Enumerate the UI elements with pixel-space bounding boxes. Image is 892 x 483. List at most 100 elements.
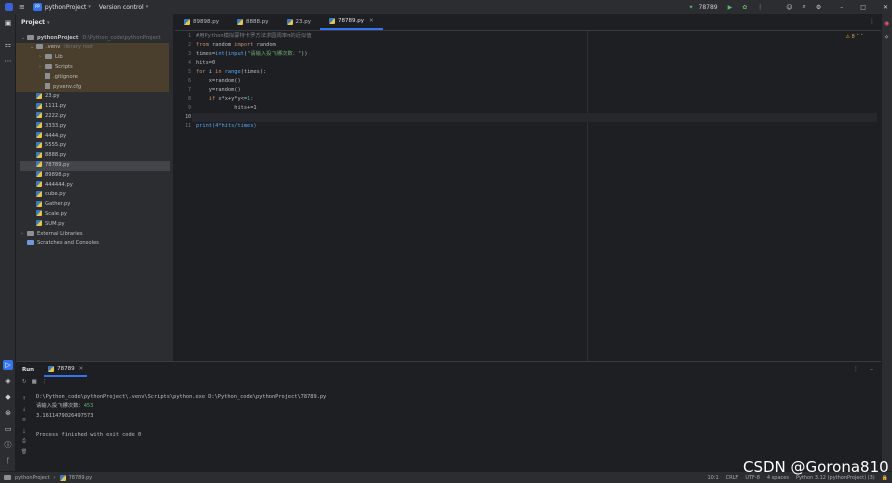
code-identifier: i (205, 69, 216, 75)
maximize-icon[interactable]: □ (860, 4, 866, 11)
line-number: 10 (185, 115, 191, 120)
run-config-selector[interactable]: 78789 (699, 4, 718, 11)
app-logo-icon (5, 3, 13, 11)
tree-item-label: External Libraries (37, 230, 83, 237)
trash-icon[interactable]: 🗑 (19, 447, 29, 458)
debug-icon[interactable]: ✿ (742, 4, 747, 11)
close-icon[interactable]: ✕ (883, 4, 888, 11)
tree-item[interactable]: .gitignore (39, 73, 78, 83)
builtin: range (221, 69, 241, 75)
tree-item[interactable]: SUM.py (30, 220, 65, 230)
project-panel-title[interactable]: Project (21, 19, 45, 26)
tree-item[interactable]: 2222.py (30, 112, 66, 122)
version-control-menu[interactable]: Version control (99, 4, 144, 11)
tree-item[interactable]: 4444.py (30, 132, 66, 142)
tree-item[interactable]: 444444.py (30, 181, 73, 191)
tree-item[interactable]: › External Libraries (21, 230, 83, 240)
problems-icon[interactable]: ⓘ (3, 440, 13, 450)
project-tool-icon[interactable]: ▣ (3, 18, 13, 28)
soft-wrap-icon[interactable]: ≡ (19, 415, 29, 426)
hide-panel-icon[interactable]: – (870, 366, 873, 373)
editor-tab[interactable]: 78789.py ✕ (320, 13, 383, 30)
tree-item[interactable]: 23.py (30, 92, 60, 102)
ai-assistant-icon[interactable]: ✧ (884, 34, 889, 41)
close-icon[interactable]: ✕ (79, 366, 84, 372)
python-file-icon (286, 18, 293, 25)
keyword: for (196, 69, 206, 75)
tree-item[interactable]: 1111.py (30, 102, 66, 112)
scroll-down-icon[interactable]: ↓ (19, 405, 29, 416)
more-icon[interactable]: ⋮ (42, 379, 48, 385)
editor-tab[interactable]: 89898.py (175, 13, 228, 30)
scroll-up-icon[interactable]: ↑ (19, 394, 29, 405)
tree-item[interactable]: › Lib (39, 53, 63, 63)
tree-item[interactable]: 3333.py (30, 122, 66, 132)
more-options-icon[interactable]: ⋮ (853, 366, 859, 373)
breadcrumb-separator: › (53, 474, 56, 481)
breadcrumb-project[interactable]: pythonProject (15, 475, 50, 481)
warning-indicator[interactable]: ⚠ 8 ˄ ˅ (846, 34, 863, 40)
scratches-icon (27, 240, 34, 246)
run-tab[interactable]: 78789 ✕ (44, 362, 88, 377)
console-line: 请输入投飞镖次数：453 (36, 402, 326, 411)
tree-item[interactable]: ⌄ .venv library root (30, 43, 93, 53)
stop-icon[interactable]: ■ (32, 379, 37, 385)
tree-item[interactable]: 5555.py (30, 141, 66, 151)
rerun-icon[interactable]: ↻ (22, 379, 27, 385)
main-menu-icon[interactable]: ≡ (19, 3, 25, 11)
run-tool-icon[interactable]: ▷ (3, 360, 13, 370)
tree-item[interactable]: 78789.py (30, 161, 70, 171)
code-punct: : (250, 96, 254, 102)
tree-item-label: Scratches and Consoles (37, 240, 99, 247)
layers-icon[interactable]: ◆ (3, 392, 13, 402)
python-file-icon (59, 474, 66, 481)
tree-item-label: pythonProject (37, 34, 79, 41)
python-file-icon (48, 365, 55, 372)
minimize-icon[interactable]: – (840, 4, 843, 11)
scroll-to-end-icon[interactable]: ⤓ (19, 426, 29, 437)
folder-icon (4, 475, 11, 480)
python-packages-icon[interactable]: ◈ (3, 376, 13, 386)
tree-item[interactable]: cube.py (30, 190, 66, 200)
console-output[interactable]: D:\Python_code\pythonProject\.venv\Scrip… (36, 393, 326, 440)
more-actions-icon[interactable]: ⋮ (757, 4, 763, 11)
line-separator[interactable]: CRLF (726, 475, 739, 481)
tree-item[interactable]: › Scripts (39, 63, 73, 73)
project-switcher[interactable]: pythonProject (45, 4, 87, 11)
tabs-more-icon[interactable]: ⋮ (869, 18, 875, 25)
settings-icon[interactable]: ⚙ (816, 4, 821, 11)
editor-tab-label: 23.py (295, 18, 312, 25)
notifications-icon[interactable]: ◉ (884, 20, 889, 27)
more-tools-icon[interactable]: ⋯ (3, 56, 13, 66)
tree-item[interactable]: pyvenv.cfg (39, 83, 81, 93)
search-icon[interactable]: ⌕ (803, 3, 806, 11)
library-icon (27, 230, 34, 236)
caret-position[interactable]: 10:1 (707, 475, 718, 481)
tree-item[interactable]: Scratches and Consoles (21, 239, 99, 249)
tree-item-label: pyvenv.cfg (53, 83, 82, 90)
tree-item-label: SUM.py (45, 220, 65, 227)
account-icon[interactable]: ☺ (786, 4, 792, 11)
file-icon (45, 73, 50, 80)
tree-item[interactable]: 8888.py (30, 151, 66, 161)
breadcrumb-file[interactable]: 78789.py (69, 475, 93, 481)
run-panel-title: Run (22, 366, 35, 373)
tree-item[interactable]: 89898.py (30, 171, 70, 181)
services-icon[interactable]: ⊛ (3, 408, 13, 418)
line-number: 1 (188, 34, 191, 39)
code-line-11: print(4*hits/times) (196, 122, 257, 131)
editor-tab[interactable]: 8888.py (228, 13, 278, 30)
run-icon[interactable]: ▶ (728, 4, 733, 11)
console-line: Process finished with exit code 0 (36, 431, 142, 438)
close-icon[interactable]: ✕ (369, 18, 374, 24)
python-file-icon (36, 122, 42, 129)
python-file-icon (36, 132, 42, 138)
tree-item[interactable]: Scale.py (30, 210, 67, 220)
git-icon[interactable]: ᚴ (3, 456, 13, 466)
print-icon[interactable]: ⎙ (19, 436, 29, 447)
editor-tab[interactable]: 23.py (278, 13, 321, 30)
structure-tool-icon[interactable]: ⚏ (3, 40, 13, 50)
tree-item[interactable]: ⌄ pythonProject D:\Python_code\pythonProje… (21, 34, 161, 44)
terminal-icon[interactable]: ▭ (3, 424, 13, 434)
tree-item[interactable]: Gather.py (30, 200, 70, 210)
